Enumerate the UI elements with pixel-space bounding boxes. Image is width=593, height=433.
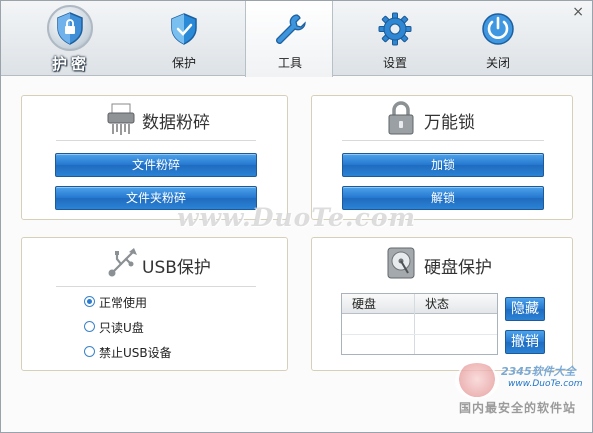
logo-text: 护密	[51, 55, 90, 73]
column-header-status[interactable]: 状态	[415, 294, 497, 314]
disk-panel: 硬盘保护 硬盘 状态 隐藏 撤销	[311, 237, 573, 371]
top-toolbar: × 护密 保护 工具 设置 关闭	[1, 1, 592, 77]
divider	[342, 140, 544, 141]
power-icon	[482, 13, 514, 45]
tab-settings[interactable]: 设置	[351, 1, 439, 76]
harddisk-icon	[387, 247, 415, 279]
divider	[56, 140, 256, 141]
tab-protect[interactable]: 保护	[140, 1, 228, 76]
close-icon[interactable]: ×	[572, 5, 584, 19]
divider	[56, 286, 256, 287]
watermark-url: www.DuoTe.com	[508, 379, 583, 389]
watermark-2345: 2345软件大全	[501, 365, 576, 378]
radio-label: 只读U盘	[99, 321, 144, 335]
shred-panel: 数据粉碎 文件粉碎 文件夹粉碎	[21, 95, 288, 220]
usb-icon	[108, 248, 137, 277]
column-divider	[414, 294, 415, 354]
tab-label: 设置	[382, 56, 407, 70]
shield-lock-icon	[57, 12, 83, 45]
hide-button[interactable]: 隐藏	[505, 297, 545, 321]
column-header-disk[interactable]: 硬盘	[342, 294, 414, 314]
gear-icon	[378, 12, 412, 46]
undo-button[interactable]: 撤销	[505, 330, 545, 354]
disk-table[interactable]: 硬盘 状态	[341, 293, 498, 355]
panel-title: USB保护	[142, 258, 211, 278]
file-shred-button[interactable]: 文件粉碎	[55, 153, 257, 177]
padlock-icon	[388, 101, 414, 135]
panel-title: 数据粉碎	[142, 113, 210, 133]
radio-label: 正常使用	[99, 296, 148, 310]
tab-label: 保护	[171, 56, 196, 70]
lock-button[interactable]: 加锁	[342, 153, 544, 177]
tab-label: 关闭	[485, 56, 510, 70]
watermark-duote: www.DuoTe.com	[177, 203, 416, 232]
tab-label: 工具	[277, 56, 302, 70]
logo-badge	[47, 5, 93, 51]
watermark-mascot	[455, 363, 499, 399]
watermark-tagline: 国内最安全的软件站	[459, 401, 577, 415]
usb-panel: USB保护 正常使用 只读U盘 禁止USB设备	[21, 237, 288, 371]
panel-title: 硬盘保护	[424, 258, 492, 278]
radio-label: 禁止USB设备	[99, 346, 172, 360]
shield-icon	[171, 13, 197, 45]
app-logo: 护密	[41, 5, 101, 75]
wrench-icon	[276, 14, 306, 44]
row-divider	[342, 334, 497, 335]
panel-title: 万能锁	[424, 113, 475, 133]
tab-close[interactable]: 关闭	[454, 1, 542, 76]
lock-panel: 万能锁 加锁 解锁	[311, 95, 573, 220]
radio-indicator[interactable]	[84, 321, 95, 332]
radio-indicator[interactable]	[84, 296, 95, 307]
radio-indicator[interactable]	[84, 346, 95, 357]
table-header: 硬盘 状态	[342, 294, 497, 314]
shredder-icon	[107, 103, 135, 135]
app-window: × 护密 保护 工具 设置 关闭 数据粉碎 文件粉碎 文件夹粉碎 万能锁 加锁 …	[0, 0, 593, 433]
tab-tools[interactable]: 工具	[245, 1, 333, 77]
